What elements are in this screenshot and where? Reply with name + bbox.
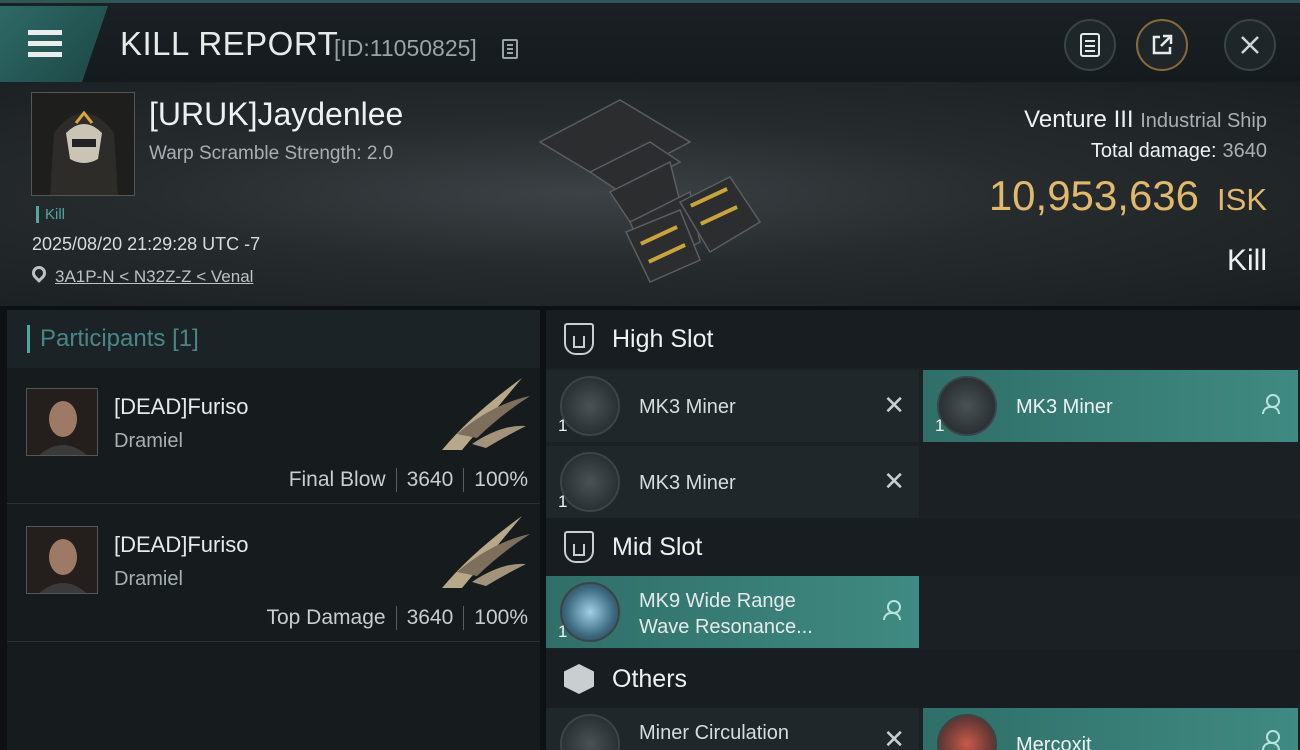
header-bar: KILL REPORT [ID:11050825] <box>0 0 1300 82</box>
participant-name: [DEAD]Furiso <box>114 394 249 419</box>
participant-damage: 3640 <box>406 468 454 491</box>
kill-datetime: 2025/08/20 21:29:28 UTC -7 <box>32 234 261 254</box>
module-item[interactable]: Miner Circulation ✕ <box>546 708 919 750</box>
participant-role: Top Damage <box>266 606 386 629</box>
warp-scramble-strength: Warp Scramble Strength: 2.0 <box>149 143 394 164</box>
participant-stats: Top Damage 3640 100% <box>266 606 528 630</box>
module-qty: 1 <box>558 622 568 641</box>
module-icon <box>560 714 620 750</box>
destroyed-icon: ✕ <box>883 724 905 750</box>
victim-summary: [URUK]Jaydenlee Warp Scramble Strength: … <box>0 82 1300 306</box>
dropped-person-icon <box>883 600 901 622</box>
report-id: [ID:11050825] <box>334 35 477 61</box>
isk-amount: 10,953,636 <box>988 172 1200 219</box>
cargo-box-icon <box>564 664 594 694</box>
module-name: MK3 Miner <box>639 396 736 418</box>
victim-ship[interactable]: Venture III Industrial Ship <box>1024 106 1267 134</box>
module-name: MK9 Wide Range Wave Resonance... <box>639 588 859 640</box>
participants-count: [1] <box>172 325 199 352</box>
destroyed-icon: ✕ <box>883 466 905 496</box>
participant-row[interactable]: [DEAD]Furiso Dramiel Final Blow 3640 100… <box>7 368 540 504</box>
dropped-person-icon <box>1262 394 1280 416</box>
participant-percent: 100% <box>474 606 528 629</box>
location-pin-icon <box>29 263 49 283</box>
isk-unit: ISK <box>1217 182 1267 217</box>
miner-icon <box>937 376 997 436</box>
mid-slot-icon <box>564 531 594 563</box>
ship-name: Venture III <box>1024 106 1134 133</box>
mid-slot-label: Mid Slot <box>612 532 703 561</box>
participant-role: Final Blow <box>288 468 386 491</box>
page-title: KILL REPORT <box>120 25 339 62</box>
module-name: Miner Circulation <box>639 722 790 744</box>
scanner-icon <box>560 582 620 642</box>
participant-avatar[interactable] <box>26 526 98 594</box>
participant-percent: 100% <box>474 468 528 491</box>
stat-divider <box>463 606 465 630</box>
kill-tag: Kill <box>36 206 65 223</box>
participants-header: Participants [1] <box>7 310 540 368</box>
dropped-person-icon <box>1262 730 1280 750</box>
share-icon[interactable] <box>1136 19 1188 71</box>
participant-avatar[interactable] <box>26 388 98 456</box>
close-icon[interactable] <box>1224 19 1276 71</box>
module-qty: 1 <box>558 416 568 435</box>
module-item[interactable]: 1 MK3 Miner ✕ <box>546 446 919 518</box>
module-name: Mercoxit <box>1016 734 1092 750</box>
mid-slot-header: Mid Slot <box>546 518 1300 576</box>
participant-damage: 3640 <box>406 606 454 629</box>
participant-name: [DEAD]Furiso <box>114 532 249 557</box>
participant-ship-image <box>442 516 530 588</box>
copy-icon[interactable] <box>502 39 518 59</box>
menu-icon[interactable] <box>0 6 108 82</box>
high-slot-label: High Slot <box>612 324 714 353</box>
participant-ship-image <box>442 378 530 450</box>
location-link[interactable]: 3A1P-N < N32Z-Z < Venal <box>55 267 253 287</box>
module-name: MK3 Miner <box>1016 396 1113 418</box>
participants-title: Participants [1] <box>27 325 199 353</box>
kill-result: Kill <box>1226 244 1267 277</box>
total-damage-label: Total damage: <box>1090 140 1217 162</box>
miner-icon <box>560 376 620 436</box>
others-label: Others <box>612 664 688 693</box>
destroyed-icon: ✕ <box>883 390 905 420</box>
module-name-line2: Wave Resonance... <box>639 616 813 638</box>
clipboard-icon[interactable] <box>1064 19 1116 71</box>
high-slot-header: High Slot <box>546 310 1300 368</box>
module-name-line1: MK9 Wide Range <box>639 590 796 612</box>
participant-stats: Final Blow 3640 100% <box>289 468 528 492</box>
victim-avatar[interactable] <box>31 92 135 196</box>
module-item[interactable]: 1 MK3 Miner ✕ <box>546 370 919 442</box>
total-damage: Total damage: 3640 <box>1091 140 1267 163</box>
module-item[interactable]: 1 MK9 Wide Range Wave Resonance... <box>546 576 919 648</box>
module-name: MK3 Miner <box>639 472 736 494</box>
victim-ship-image <box>538 99 762 283</box>
ship-class: Industrial Ship <box>1140 110 1267 132</box>
module-item[interactable]: 1 MK3 Miner <box>923 370 1298 442</box>
module-item[interactable]: Mercoxit <box>923 708 1298 750</box>
participant-ship: Dramiel <box>114 568 183 590</box>
total-damage-value: 3640 <box>1222 140 1268 162</box>
ore-icon <box>937 714 997 750</box>
miner-icon <box>560 452 620 512</box>
stat-divider <box>395 606 397 630</box>
module-qty: 1 <box>935 416 945 435</box>
participants-panel: Participants [1] [DEAD]Furiso Dramiel Fi… <box>7 310 540 750</box>
stat-divider <box>395 468 397 492</box>
others-header: Others <box>546 650 1300 708</box>
isk-value: 10,953,636 ISK <box>989 172 1267 220</box>
victim-name[interactable]: [URUK]Jaydenlee <box>149 96 403 133</box>
high-slot-icon <box>564 323 594 355</box>
stat-divider <box>463 468 465 492</box>
participant-ship: Dramiel <box>114 430 183 452</box>
participant-row[interactable]: [DEAD]Furiso Dramiel Top Damage 3640 100… <box>7 506 540 642</box>
module-qty: 1 <box>558 492 568 511</box>
